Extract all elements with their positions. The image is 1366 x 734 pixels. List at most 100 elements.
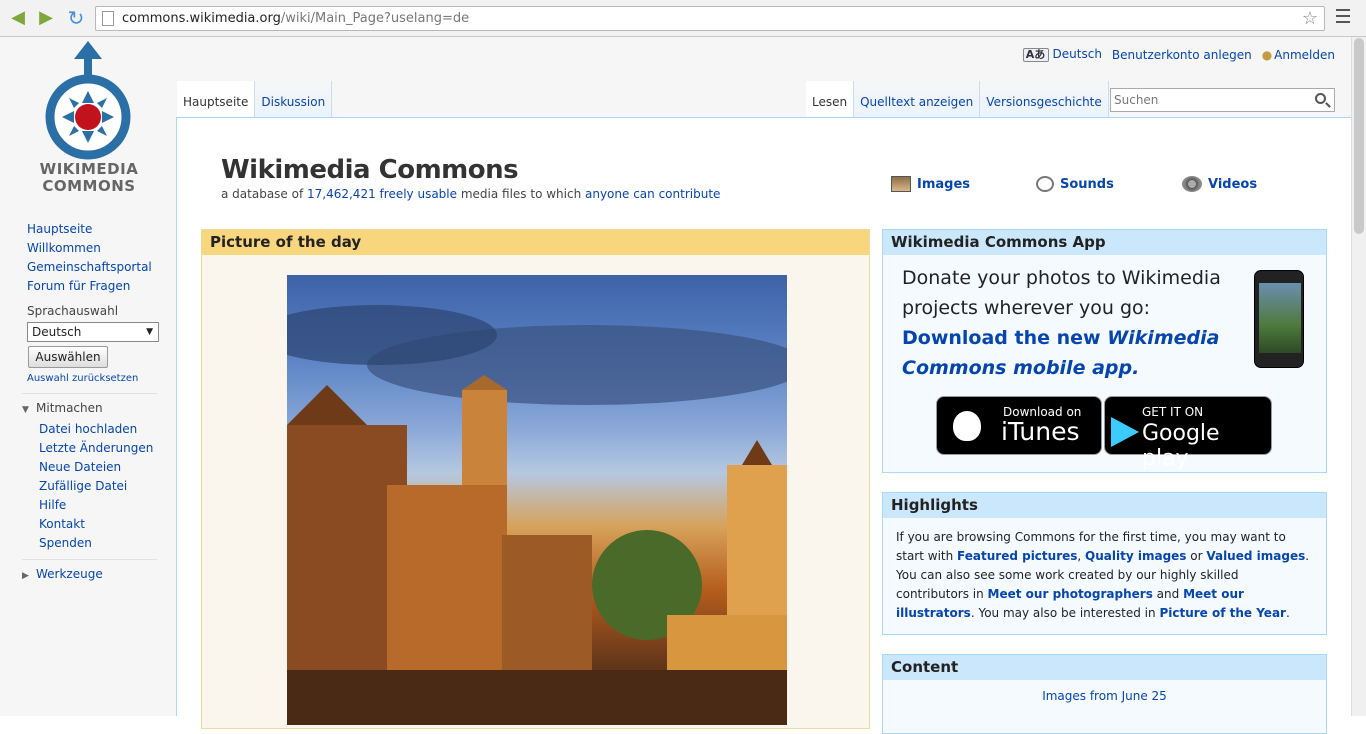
tools-heading[interactable]: ▶ Werkzeuge: [22, 559, 157, 584]
highlights-text-3: or: [1186, 549, 1207, 563]
content-heading: Content: [883, 655, 1326, 680]
logo-line1: WIKIMEDIA: [39, 160, 139, 178]
browser-toolbar: ◀ ▶ ↻ commons.wikimedia.org/wiki/Main_Pa…: [0, 0, 1366, 37]
potd-heading: Picture of the day: [202, 230, 869, 255]
videos-icon: [1182, 176, 1202, 192]
sounds-icon: [1036, 176, 1054, 192]
sounds-link[interactable]: Sounds: [1036, 176, 1114, 192]
forward-arrow-icon[interactable]: ▶: [36, 8, 56, 28]
search-placeholder: Suchen: [1114, 93, 1159, 107]
address-bar[interactable]: commons.wikimedia.org/wiki/Main_Page?use…: [95, 6, 1325, 31]
sidebar-item-welcome[interactable]: Willkommen: [0, 239, 176, 258]
picture-of-the-day-image[interactable]: [287, 275, 787, 725]
back-arrow-icon[interactable]: ◀: [8, 8, 28, 28]
participate-heading-label: Mitmachen: [36, 401, 103, 415]
videos-link[interactable]: Videos: [1182, 176, 1257, 192]
app-promo-plain: Donate your photos to Wikimedia projects…: [902, 267, 1221, 319]
tab-main-page[interactable]: Hauptseite: [177, 81, 256, 117]
file-count-link[interactable]: 17,462,421: [307, 187, 376, 201]
sidebar-item-main-page[interactable]: Hauptseite: [0, 220, 176, 239]
tab-discussion[interactable]: Diskussion: [255, 81, 333, 117]
apple-icon: [953, 411, 981, 441]
tab-view-source[interactable]: Quelltext anzeigen: [854, 81, 981, 117]
highlights-box: Highlights If you are browsing Commons f…: [882, 492, 1327, 635]
picture-of-the-day-box: Picture of the day: [201, 229, 870, 729]
freely-usable-link[interactable]: freely usable: [380, 187, 457, 201]
user-icon: ●: [1261, 47, 1273, 62]
search-input[interactable]: Suchen: [1110, 88, 1335, 112]
language-selector[interactable]: Aあ Deutsch: [1022, 47, 1102, 62]
url-path: /wiki/Main_Page?uselang=de: [280, 11, 470, 26]
tab-read[interactable]: Lesen: [806, 81, 855, 117]
language-select-label: Sprachauswahl: [27, 304, 119, 318]
wikimedia-commons-logo[interactable]: WIKIMEDIA COMMONS: [24, 41, 152, 199]
itunes-big-text: iTunes: [1001, 417, 1080, 446]
participate-heading[interactable]: ▼ Mitmachen: [22, 393, 157, 418]
tab-history[interactable]: Versionsgeschichte: [980, 81, 1109, 117]
highlights-text-6: . You may also be interested in: [970, 606, 1160, 620]
search-icon[interactable]: [1315, 93, 1326, 104]
url-host: commons.wikimedia.org: [122, 11, 281, 26]
images-icon: [891, 176, 911, 192]
images-link-label[interactable]: Images: [917, 177, 970, 192]
sidebar-item-donate[interactable]: Spenden: [0, 534, 176, 553]
picture-of-the-year-link[interactable]: Picture of the Year: [1159, 606, 1286, 620]
sidebar-item-new-files[interactable]: Neue Dateien: [0, 458, 176, 477]
bookmark-star-icon[interactable]: ☆: [1302, 8, 1318, 30]
sidebar-item-upload[interactable]: Datei hochladen: [0, 420, 176, 439]
create-account-link[interactable]: Benutzerkonto anlegen: [1112, 48, 1252, 62]
valued-images-link[interactable]: Valued images: [1206, 549, 1305, 563]
sidebar-item-help[interactable]: Hilfe: [0, 496, 176, 515]
bruges-canal-photo: [287, 305, 787, 725]
commons-app-box: Wikimedia Commons App Donate your photos…: [882, 229, 1327, 473]
anyone-can-contribute-link[interactable]: anyone can contribute: [585, 187, 720, 201]
personal-tools: Aあ Deutsch Benutzerkonto anlegen ● Anmelde…: [1022, 47, 1335, 62]
logo-wordmark: WIKIMEDIA COMMONS: [24, 161, 154, 195]
app-box-heading: Wikimedia Commons App: [883, 230, 1326, 255]
language-icon: Aあ: [1022, 48, 1049, 62]
highlights-text-7: .: [1285, 606, 1290, 620]
phone-screen: [1259, 283, 1301, 353]
sounds-link-label[interactable]: Sounds: [1060, 177, 1114, 192]
sidebar-item-random-file[interactable]: Zufällige Datei: [0, 477, 176, 496]
tagline-text-3: media files to which: [457, 187, 585, 201]
content-box: Content Images from June 25: [882, 654, 1327, 734]
browser-menu-icon[interactable]: [1336, 9, 1350, 27]
tagline: a database of 17,462,421 freely usable m…: [221, 187, 720, 201]
commons-logo-icon: [45, 41, 131, 160]
tools-heading-label[interactable]: Werkzeuge: [36, 567, 103, 581]
sidebar-item-contact[interactable]: Kontakt: [0, 515, 176, 534]
highlights-text-5: and: [1152, 587, 1184, 601]
quality-images-link[interactable]: Quality images: [1085, 549, 1186, 563]
highlights-text: If you are browsing Commons for the firs…: [883, 518, 1326, 633]
google-play-badge[interactable]: GET IT ON Google play: [1104, 396, 1272, 471]
sidebar-item-community-portal[interactable]: Gemeinschaftsportal: [0, 258, 176, 277]
videos-link-label[interactable]: Videos: [1208, 177, 1257, 192]
language-dropdown[interactable]: Deutsch: [27, 322, 159, 342]
apply-language-button[interactable]: Auswählen: [28, 346, 108, 368]
logo-line2: COMMONS: [42, 177, 136, 195]
reset-selection-link[interactable]: Auswahl zurücksetzen: [0, 373, 176, 384]
smartphone-image: [1254, 270, 1304, 368]
sidebar-item-recent-changes[interactable]: Letzte Änderungen: [0, 439, 176, 458]
download-app-link[interactable]: Download the new: [902, 327, 1107, 349]
sidebar: Hauptseite Willkommen Gemeinschaftsporta…: [0, 220, 176, 584]
view-tabs: Lesen Quelltext anzeigen Versionsgeschic…: [806, 81, 1109, 117]
reload-icon[interactable]: ↻: [66, 8, 86, 28]
meet-photographers-link[interactable]: Meet our photographers: [988, 587, 1153, 601]
triangle-right-icon: ▶: [22, 571, 29, 581]
images-from-date-link[interactable]: Images from June 25: [1042, 689, 1167, 703]
sidebar-item-help-desk[interactable]: Forum für Fragen: [0, 277, 176, 296]
itunes-badge[interactable]: Download on iTunes: [936, 396, 1102, 455]
triangle-down-icon: ▼: [22, 405, 29, 415]
page-scrollbar[interactable]: [1351, 37, 1366, 716]
login-link[interactable]: Anmelden: [1274, 48, 1335, 62]
images-link[interactable]: Images: [891, 176, 970, 192]
featured-pictures-link[interactable]: Featured pictures: [957, 549, 1077, 563]
highlights-text-2: ,: [1077, 549, 1086, 563]
language-link[interactable]: Deutsch: [1053, 47, 1102, 61]
gplay-small-text: GET IT ON: [1142, 405, 1204, 419]
scrollbar-thumb[interactable]: [1354, 38, 1364, 234]
page-icon: [102, 11, 114, 26]
tagline-text-1: a database of: [221, 187, 307, 201]
